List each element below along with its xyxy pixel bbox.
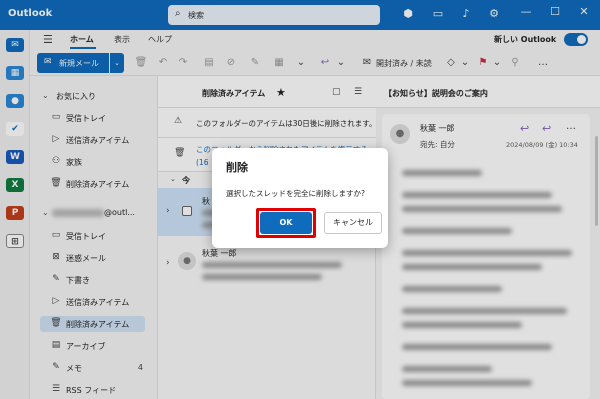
ok-button[interactable]: OK xyxy=(260,212,312,234)
delete-confirm-dialog: 削除 選択したスレッドを完全に削除しますか? OK キャンセル xyxy=(212,148,388,248)
dialog-title: 削除 xyxy=(226,161,248,174)
dialog-message: 選択したスレッドを完全に削除しますか? xyxy=(226,189,365,198)
cancel-button[interactable]: キャンセル xyxy=(324,212,382,234)
